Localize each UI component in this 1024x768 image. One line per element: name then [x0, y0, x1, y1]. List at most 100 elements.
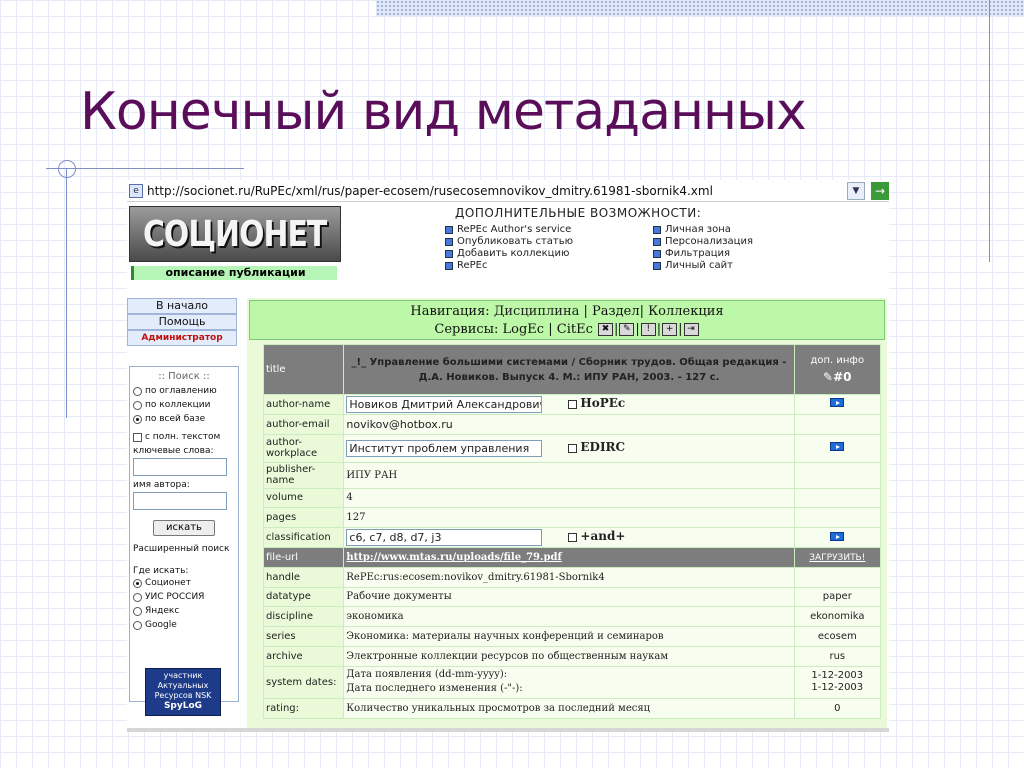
rating: Количество уникальных просмотров за посл… [343, 697, 795, 719]
author-input[interactable] [133, 492, 227, 510]
go-arrow-icon[interactable]: → [871, 181, 889, 200]
edirc-label: EDIRC [580, 439, 626, 454]
key-discipline: discipline [262, 606, 345, 628]
nav-sep: | [656, 322, 662, 337]
pen-icon[interactable]: ✎ [619, 323, 635, 336]
scope-option[interactable]: по оглавлению [130, 384, 238, 398]
bullet-icon [653, 226, 661, 234]
extra-link[interactable]: Персонализация [653, 236, 753, 248]
extra-link[interactable]: RePEc [445, 260, 573, 272]
arrow-right-icon[interactable] [830, 531, 845, 541]
author-name-cell: Новиков Дмитрий Александрович HoPEc [343, 394, 795, 415]
radio-icon[interactable] [133, 620, 142, 630]
extra-link[interactable]: Добавить коллекцию [445, 248, 573, 260]
nav-section[interactable]: Раздел [592, 304, 640, 319]
key-author-name: author-name [262, 394, 345, 415]
extra-link[interactable]: Личная зона [653, 224, 753, 236]
edirc-checkbox[interactable] [568, 443, 578, 453]
site-header: СОЦИОНЕТ описание публикации ДОПОЛНИТЕЛЬ… [127, 204, 889, 286]
citec-link[interactable]: CitEc [557, 322, 593, 337]
download-link[interactable]: ЗАГРУЗИТЬ! [809, 553, 865, 563]
socionet-logo[interactable]: СОЦИОНЕТ [129, 206, 341, 262]
extra-link[interactable]: RePEc Author's service [445, 224, 573, 236]
home-button[interactable]: В начало [127, 298, 237, 314]
key-author-email: author-email [262, 413, 345, 435]
radio-icon[interactable] [133, 578, 142, 588]
nav-sep: | [635, 322, 640, 337]
radio-icon[interactable] [133, 386, 142, 396]
key-datatype: datatype [262, 586, 345, 608]
table-row: author-name Новиков Дмитрий Александрови… [262, 394, 882, 415]
chevron-down-icon[interactable]: ▼ [847, 181, 865, 200]
scope-option[interactable]: по всей базе [130, 412, 238, 426]
address-bar[interactable]: e http://socionet.ru/RuPEc/xml/rus/paper… [127, 180, 889, 202]
radio-icon[interactable] [133, 400, 142, 410]
table-row: author-email novikov@hotbox.ru [262, 413, 882, 435]
classification-field[interactable]: c6, c7, d8, d7, j3 [346, 529, 543, 547]
extra-info-cell: доп. инфо ✎#0 [793, 344, 882, 395]
spylog-badge[interactable]: участник Актуальных Ресурсов NSK SpyLoG [145, 668, 221, 716]
search-button[interactable]: искать [153, 520, 215, 536]
rating-value: 0 [793, 697, 882, 719]
radio-icon[interactable] [133, 606, 142, 616]
arrow-right-icon[interactable] [830, 442, 845, 452]
fulltext-option[interactable]: с полн. текстом [130, 430, 238, 444]
series-code: ecosem [793, 626, 882, 647]
author-label: имя автора: [133, 480, 190, 490]
extra-links-left: RePEc Author's service Опубликовать стат… [445, 224, 573, 272]
arrow-right-icon[interactable] [830, 398, 845, 408]
extra-link[interactable]: Личный сайт [653, 260, 753, 272]
radio-icon[interactable] [133, 592, 142, 602]
and-checkbox[interactable] [568, 533, 578, 543]
author-name-field[interactable]: Новиков Дмитрий Александрович [346, 395, 543, 413]
logec-link[interactable]: LogEc [503, 322, 545, 337]
extra-cell [793, 394, 882, 415]
decorative-line [66, 168, 67, 418]
slide-title: Конечный вид метаданных [80, 82, 807, 142]
table-row: datatype Рабочие документы paper [262, 586, 882, 608]
info-icon[interactable]: ! [640, 323, 656, 336]
download-cell: ЗАГРУЗИТЬ! [793, 546, 882, 568]
nav-sep: | [678, 322, 683, 337]
key-publisher: publisher-name [262, 461, 345, 489]
tools-icon[interactable]: ✖ [598, 323, 613, 336]
bullet-icon [653, 262, 661, 270]
export-icon[interactable]: ⇥ [683, 323, 699, 336]
url-text[interactable]: http://socionet.ru/RuPEc/xml/rus/paper-e… [147, 184, 847, 198]
dates-cell: Дата появления (dd-mm-yyyy): Дата последн… [343, 665, 795, 699]
admin-button[interactable]: Администратор [127, 330, 237, 346]
key-author-workplace: author-workplace [262, 433, 345, 463]
plus-icon[interactable]: + [662, 323, 678, 336]
bullet-icon [653, 238, 661, 246]
engine-option[interactable]: Соционет [130, 576, 238, 590]
table-row: rating: Количество уникальных просмотров… [262, 697, 882, 719]
extra-info-count[interactable]: ✎#0 [797, 370, 878, 384]
extra-cell [793, 487, 882, 509]
engine-option[interactable]: УИС РОССИЯ [130, 590, 238, 604]
extra-cell [793, 433, 882, 463]
radio-icon[interactable] [133, 414, 142, 424]
engine-option[interactable]: Google [130, 618, 238, 632]
help-button[interactable]: Помощь [127, 314, 237, 330]
author-email: novikov@hotbox.ru [343, 413, 795, 435]
key-volume: volume [262, 487, 345, 509]
metadata-table: title _!_ Управление большими системами … [262, 344, 882, 719]
nav-discipline[interactable]: Дисциплина [494, 304, 580, 319]
keywords-input[interactable] [133, 458, 227, 476]
file-url-link[interactable]: http://www.mtas.ru/uploads/file_79.pdf [346, 552, 561, 563]
extra-links-right: Личная зона Персонализация Фильтрация Ли… [653, 224, 753, 272]
scope-option[interactable]: по коллекции [130, 398, 238, 412]
extra-link[interactable]: Опубликовать статью [445, 236, 573, 248]
engine-option[interactable]: Яндекс [130, 604, 238, 618]
advanced-search-link[interactable]: Расширенный поиск [130, 544, 238, 554]
key-title: title [262, 344, 345, 395]
extra-cell [793, 413, 882, 435]
key-dates: system dates: [262, 665, 345, 699]
nav-collection[interactable]: Коллекция [648, 304, 723, 319]
classification-cell: c6, c7, d8, d7, j3 +and+ [343, 527, 795, 548]
workplace-field[interactable]: Институт проблем управления [346, 439, 543, 457]
checkbox-icon[interactable] [133, 432, 142, 442]
extra-link[interactable]: Фильтрация [653, 248, 753, 260]
key-handle: handle [262, 566, 345, 588]
hopec-checkbox[interactable] [568, 399, 578, 409]
